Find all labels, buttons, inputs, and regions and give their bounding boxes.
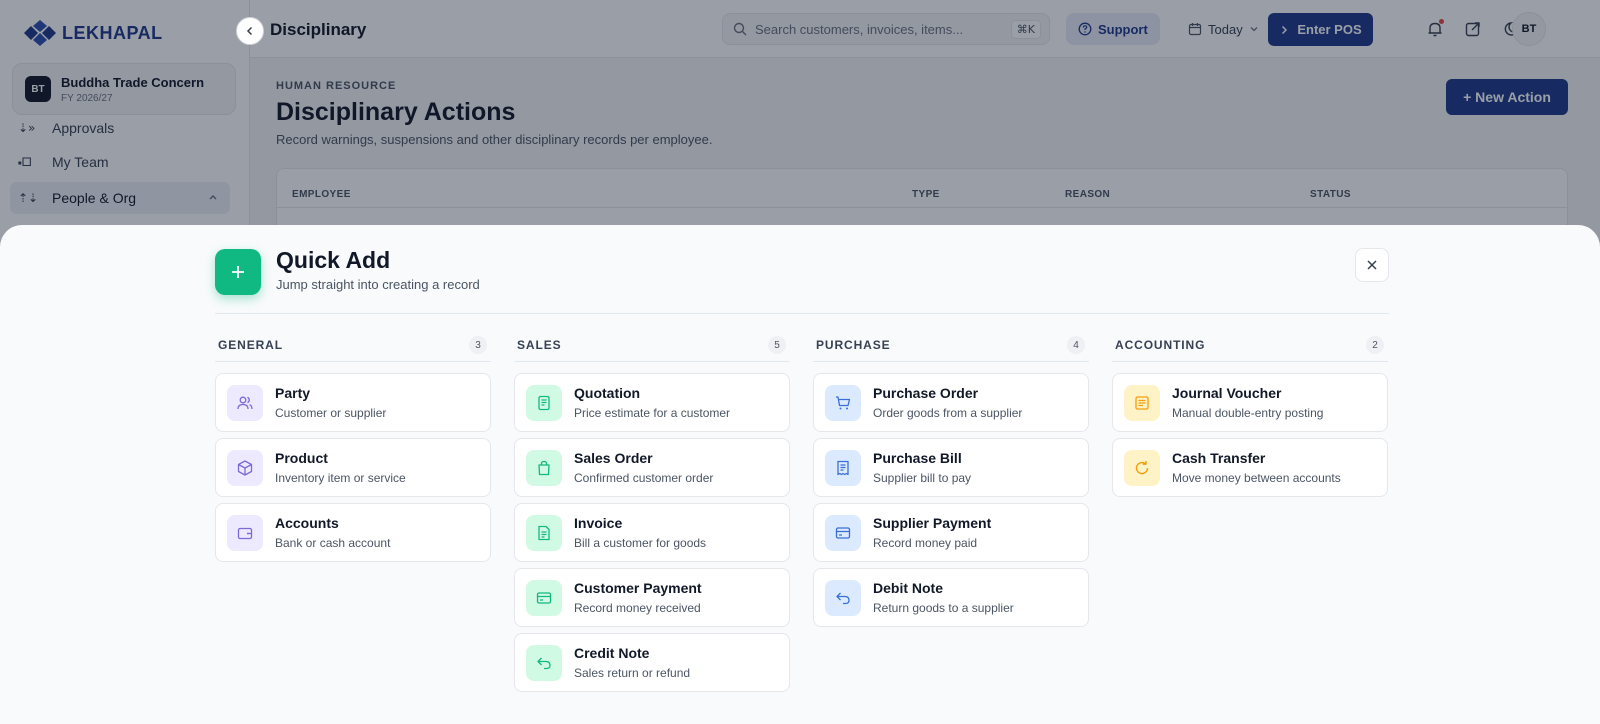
- card-title: Invoice: [574, 515, 623, 531]
- quick-add-accounts[interactable]: Accounts Bank or cash account: [215, 503, 491, 562]
- quick-add-journal-voucher[interactable]: Journal Voucher Manual double-entry posti…: [1112, 373, 1388, 432]
- card-title: Quotation: [574, 385, 641, 401]
- card-title: Product: [275, 450, 328, 466]
- quick-add-supplier-payment[interactable]: Supplier Payment Record money paid: [813, 503, 1089, 562]
- quick-add-credit-note[interactable]: Credit Note Sales return or refund: [514, 633, 790, 692]
- receipt-icon: [825, 449, 861, 486]
- card-title: Purchase Order: [873, 385, 979, 401]
- card-description: Move money between accounts: [1172, 471, 1341, 485]
- group-name: GENERAL: [218, 338, 283, 352]
- card-title: Purchase Bill: [873, 450, 962, 466]
- group-name: SALES: [517, 338, 562, 352]
- group-purchase: PURCHASE 4 Purchase Order Order goods fro…: [813, 328, 1089, 627]
- card-description: Record money paid: [873, 536, 978, 550]
- quick-add-debit-note[interactable]: Debit Note Return goods to a supplier: [813, 568, 1089, 627]
- header-divider: [215, 313, 1389, 314]
- quick-add-subtitle: Jump straight into creating a record: [276, 277, 480, 292]
- card-title: Cash Transfer: [1172, 450, 1266, 466]
- card-icon: [825, 514, 861, 551]
- card-title: Customer Payment: [574, 580, 702, 596]
- group-header: PURCHASE 4: [813, 328, 1089, 362]
- return-arrow-icon: [526, 644, 562, 681]
- notes-icon: [1124, 384, 1160, 421]
- quick-add-product[interactable]: Product Inventory item or service: [215, 438, 491, 497]
- cart-icon: [825, 384, 861, 421]
- quick-add-invoice[interactable]: Invoice Bill a customer for goods: [514, 503, 790, 562]
- quick-add-cash-transfer[interactable]: Cash Transfer Move money between accounts: [1112, 438, 1388, 497]
- quick-add-title: Quick Add: [276, 247, 391, 273]
- group-name: PURCHASE: [816, 338, 891, 352]
- card-icon: [526, 579, 562, 616]
- card-title: Party: [275, 385, 311, 401]
- card-description: Manual double-entry posting: [1172, 406, 1324, 420]
- card-description: Inventory item or service: [275, 471, 406, 485]
- return-arrow-icon: [825, 579, 861, 616]
- card-description: Bill a customer for goods: [574, 536, 707, 550]
- group-name: ACCOUNTING: [1115, 338, 1206, 352]
- invoice-icon: [526, 514, 562, 551]
- quick-add-quotation[interactable]: Quotation Price estimate for a customer: [514, 373, 790, 432]
- close-icon: [1367, 260, 1377, 270]
- card-description: Bank or cash account: [275, 536, 391, 550]
- card-title: Supplier Payment: [873, 515, 992, 531]
- quick-add-badge: [215, 249, 261, 295]
- users-icon: [227, 384, 263, 421]
- group-header: GENERAL 3: [215, 328, 491, 362]
- card-description: Record money received: [574, 601, 701, 615]
- document-icon: [526, 384, 562, 421]
- quick-add-customer-payment[interactable]: Customer Payment Record money received: [514, 568, 790, 627]
- shopping-bag-icon: [526, 449, 562, 486]
- sidebar-collapse-button[interactable]: [236, 17, 264, 45]
- group-header: ACCOUNTING 2: [1112, 328, 1388, 362]
- card-description: Confirmed customer order: [574, 471, 714, 485]
- group-count-badge: 4: [1067, 336, 1085, 354]
- card-description: Customer or supplier: [275, 406, 387, 420]
- group-accounting: ACCOUNTING 2 Journal Voucher Manual doubl…: [1112, 328, 1388, 497]
- card-description: Order goods from a supplier: [873, 406, 1023, 420]
- card-title: Debit Note: [873, 580, 943, 596]
- card-description: Return goods to a supplier: [873, 601, 1014, 615]
- group-count-badge: 3: [469, 336, 487, 354]
- card-description: Supplier bill to pay: [873, 471, 972, 485]
- group-header: SALES 5: [514, 328, 790, 362]
- plus-icon: [232, 266, 244, 278]
- card-description: Sales return or refund: [574, 666, 691, 680]
- card-title: Accounts: [275, 515, 339, 531]
- group-general: GENERAL 3 Party Customer or supplier Prod…: [215, 328, 491, 562]
- quick-add-sheet: Quick Add Jump straight into creating a …: [0, 225, 1600, 724]
- card-title: Journal Voucher: [1172, 385, 1282, 401]
- card-description: Price estimate for a customer: [574, 406, 731, 420]
- quick-add-purchase-order[interactable]: Purchase Order Order goods from a supplie…: [813, 373, 1089, 432]
- card-title: Credit Note: [574, 645, 650, 661]
- box-icon: [227, 449, 263, 486]
- wallet-icon: [227, 514, 263, 551]
- close-button[interactable]: [1355, 248, 1389, 282]
- group-count-badge: 5: [768, 336, 786, 354]
- refresh-icon: [1124, 449, 1160, 486]
- quick-add-purchase-bill[interactable]: Purchase Bill Supplier bill to pay: [813, 438, 1089, 497]
- group-sales: SALES 5 Quotation Price estimate for a cu…: [514, 328, 790, 692]
- card-title: Sales Order: [574, 450, 653, 466]
- quick-add-sales-order[interactable]: Sales Order Confirmed customer order: [514, 438, 790, 497]
- chevron-left-icon: [246, 26, 253, 36]
- quick-add-party[interactable]: Party Customer or supplier: [215, 373, 491, 432]
- group-count-badge: 2: [1366, 336, 1384, 354]
